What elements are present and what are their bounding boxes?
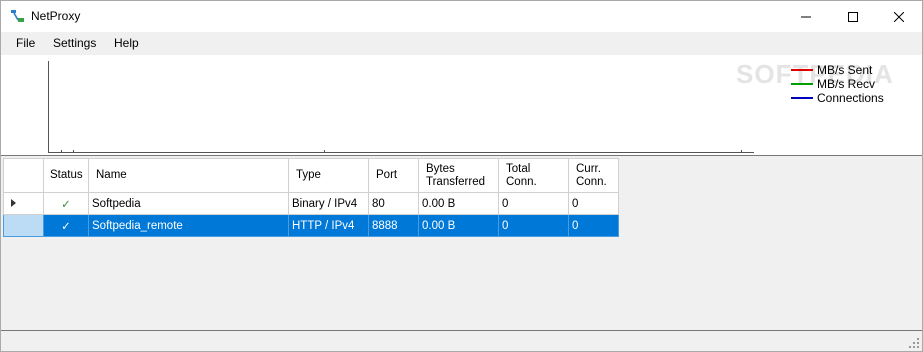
- row-header-corner[interactable]: [3, 158, 44, 193]
- legend-item-recv: MB/s Recv: [791, 77, 884, 91]
- menu-file[interactable]: File: [16, 36, 35, 50]
- x-axis-tick: [324, 150, 325, 153]
- traffic-graph: SOFTPEDIA MB/s Sent MB/s Recv Connection…: [1, 55, 922, 155]
- proxy-table: Status Name Type Port Bytes Transferred T…: [3, 158, 619, 237]
- proxy-grid-panel: Status Name Type Port Bytes Transferred T…: [1, 155, 922, 331]
- column-header-curr-line1: Curr.: [576, 162, 601, 175]
- maximize-icon: [848, 11, 858, 22]
- cell-curr[interactable]: 0: [568, 192, 619, 215]
- legend-label: MB/s Recv: [817, 77, 876, 91]
- cell-total[interactable]: 0: [498, 214, 569, 237]
- legend-label: Connections: [817, 91, 884, 105]
- cell-port[interactable]: 80: [368, 192, 419, 215]
- column-header-curr[interactable]: Curr. Conn.: [568, 158, 619, 193]
- cell-curr[interactable]: 0: [568, 214, 619, 237]
- column-header-type[interactable]: Type: [288, 158, 369, 193]
- column-header-bytes[interactable]: Bytes Transferred: [418, 158, 499, 193]
- column-header-total-line1: Total: [506, 162, 531, 175]
- cell-type[interactable]: Binary / IPv4: [288, 192, 369, 215]
- column-header-bytes-line2: Transferred: [426, 175, 486, 188]
- x-axis-tick: [61, 150, 62, 153]
- cell-name[interactable]: Softpedia_remote: [88, 214, 289, 237]
- cell-bytes[interactable]: 0.00 B: [418, 214, 499, 237]
- table-header-row: Status Name Type Port Bytes Transferred T…: [3, 158, 619, 193]
- menu-help[interactable]: Help: [114, 36, 139, 50]
- legend-item-connections: Connections: [791, 91, 884, 105]
- cell-bytes[interactable]: 0.00 B: [418, 192, 499, 215]
- column-header-total-line2: Conn.: [506, 175, 537, 188]
- app-window: NetProxy File Settings Help SOFTPEDIA MB…: [0, 0, 923, 352]
- netproxy-app-icon: [10, 8, 26, 24]
- column-header-bytes-line1: Bytes: [426, 162, 455, 175]
- x-axis-tick: [73, 150, 74, 153]
- status-bar: [1, 331, 922, 351]
- legend-swatch-blue: [791, 97, 813, 99]
- legend-item-sent: MB/s Sent: [791, 63, 884, 77]
- maximize-button[interactable]: [830, 1, 876, 32]
- cell-total[interactable]: 0: [498, 192, 569, 215]
- status-check-icon: ✓: [43, 192, 89, 215]
- current-row-arrow-icon: [11, 198, 16, 207]
- close-icon: [894, 11, 904, 22]
- resize-grip-icon[interactable]: [909, 338, 919, 348]
- status-check-icon: ✓: [43, 214, 89, 237]
- column-header-port[interactable]: Port: [368, 158, 419, 193]
- table-row[interactable]: ✓ Softpedia Binary / IPv4 80 0.00 B 0 0: [3, 192, 619, 215]
- window-title: NetProxy: [31, 9, 81, 23]
- column-header-status[interactable]: Status: [43, 158, 89, 193]
- table-row-selected[interactable]: ✓ Softpedia_remote HTTP / IPv4 8888 0.00…: [3, 214, 619, 237]
- minimize-icon: [801, 16, 811, 17]
- legend-swatch-green: [791, 83, 813, 85]
- graph-legend: MB/s Sent MB/s Recv Connections: [791, 63, 884, 105]
- row-header[interactable]: [3, 214, 44, 237]
- row-header[interactable]: [3, 192, 44, 215]
- menu-bar: File Settings Help: [1, 32, 922, 55]
- close-button[interactable]: [876, 1, 922, 32]
- column-header-name[interactable]: Name: [88, 158, 289, 193]
- minimize-button[interactable]: [783, 1, 829, 32]
- cell-name[interactable]: Softpedia: [88, 192, 289, 215]
- graph-x-axis: [48, 152, 754, 153]
- title-bar[interactable]: NetProxy: [1, 1, 922, 32]
- column-header-curr-line2: Conn.: [576, 175, 607, 188]
- cell-type[interactable]: HTTP / IPv4: [288, 214, 369, 237]
- menu-settings[interactable]: Settings: [53, 36, 96, 50]
- cell-port[interactable]: 8888: [368, 214, 419, 237]
- graph-y-axis: [48, 61, 49, 153]
- legend-swatch-red: [791, 69, 813, 71]
- x-axis-tick: [741, 150, 742, 153]
- column-header-total[interactable]: Total Conn.: [498, 158, 569, 193]
- legend-label: MB/s Sent: [817, 63, 873, 77]
